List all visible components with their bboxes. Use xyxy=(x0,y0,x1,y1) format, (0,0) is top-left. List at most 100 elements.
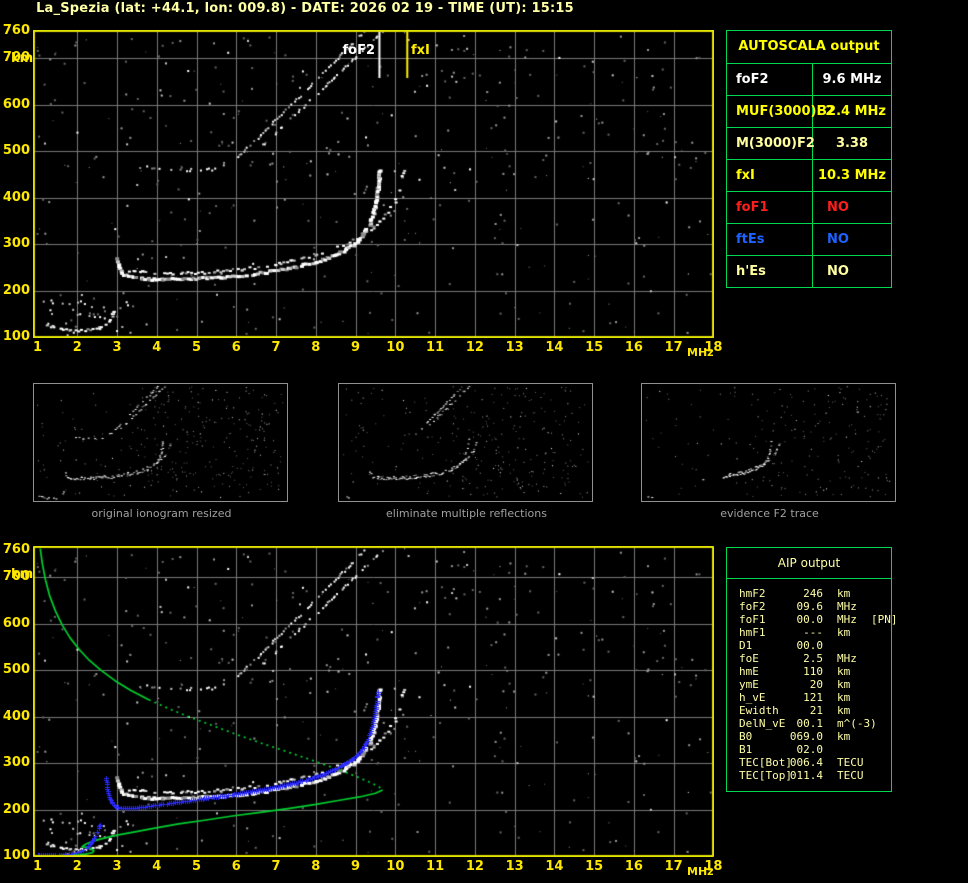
aip-label: B1 xyxy=(739,743,753,756)
aip-extra xyxy=(865,600,891,613)
x-tick-label: 7 xyxy=(271,859,281,874)
y-tick-label: 400 xyxy=(2,189,30,205)
aip-row: D1 00.0 xyxy=(727,639,891,652)
aip-row: h_vE 121 km xyxy=(727,691,891,704)
x-tick-label: 10 xyxy=(386,859,405,874)
aip-unit: km xyxy=(837,587,851,600)
aip-extra xyxy=(865,639,891,652)
aip-output-table: AIP output hmF2 246 km foF2 09.6 MHz foF1 00.0 M… xyxy=(726,547,898,792)
aip-extra xyxy=(865,691,891,704)
aip-value: 00.0 xyxy=(796,613,824,626)
y-tick-label: 760 xyxy=(2,541,30,557)
aip-value: 02.0 xyxy=(796,743,824,756)
aip-label: D1 xyxy=(739,639,753,652)
thumbnail-original-ionogram xyxy=(33,383,288,502)
autoscala-table-rows: foF2 9.6 MHz MUF(3000)F2 32.4 MHz M(3000)F2 3… xyxy=(727,64,891,287)
aip-label: DelN_vE xyxy=(739,717,786,730)
x-tick-label: 2 xyxy=(72,859,82,874)
x-tick-label: 16 xyxy=(624,859,643,874)
x-tick-label: 16 xyxy=(624,340,643,355)
x-tick-label: 9 xyxy=(351,859,361,874)
thumbnail-evidence-f2-trace xyxy=(641,383,896,502)
parameter-value: 3.38 xyxy=(835,136,869,151)
aip-extra xyxy=(865,626,891,639)
aip-row: foF1 00.0 MHz [PN] xyxy=(727,613,898,626)
aip-row: foF2 09.6 MHz xyxy=(727,600,891,613)
aip-value: 2.5 xyxy=(803,652,823,665)
aip-label: foF2 xyxy=(739,600,766,613)
y-tick-label: 100 xyxy=(2,848,30,864)
aip-extra xyxy=(865,717,891,730)
aip-unit: km xyxy=(837,678,851,691)
x-tick-label: 11 xyxy=(426,859,445,874)
x-tick-label: 15 xyxy=(585,859,604,874)
aip-unit: km xyxy=(837,691,851,704)
aip-label: hmF1 xyxy=(739,626,766,639)
x-tick-label: 2 xyxy=(72,340,82,355)
autoscala-row: ftEs NO xyxy=(727,224,891,256)
parameter-value: 10.3 MHz xyxy=(818,168,886,183)
aip-unit: km xyxy=(837,730,851,743)
aip-unit: km xyxy=(837,665,851,678)
aip-extra xyxy=(865,652,891,665)
parameter-label: ftEs xyxy=(727,224,813,255)
aip-label: TEC[Bot] xyxy=(739,756,792,769)
parameter-value: NO xyxy=(827,264,849,279)
y-tick-label: 300 xyxy=(2,755,30,771)
aip-value: 069.0 xyxy=(789,730,823,743)
aip-value: 246 xyxy=(803,587,823,600)
aip-label: foE xyxy=(739,652,759,665)
y-tick-label: 500 xyxy=(2,143,30,159)
aip-unit: TECU xyxy=(837,756,864,769)
autoscala-output-table: AUTOSCALA output foF2 9.6 MHz MUF(3000)F2 3… xyxy=(726,30,892,288)
aip-unit: MHz xyxy=(837,600,857,613)
parameter-label: h'Es xyxy=(727,256,813,287)
parameter-label: MUF(3000)F2 xyxy=(727,96,834,127)
aip-label: TEC[Top] xyxy=(739,769,792,782)
y-tick-label: 700 xyxy=(2,50,30,66)
aip-row: DelN_vE 00.1 m^(-3) xyxy=(727,717,891,730)
page-title: La_Spezia (lat: +44.1, lon: 009.8) - DAT… xyxy=(36,1,574,16)
x-tick-label: 5 xyxy=(192,859,202,874)
aip-row: ymE 20 km xyxy=(727,678,891,691)
autoscala-app-window: { "title": "La_Spezia (lat: +44.1, lon: … xyxy=(0,0,968,883)
aip-label: B0 xyxy=(739,730,753,743)
y-tick-label: 500 xyxy=(2,662,30,678)
aip-unit: TECU xyxy=(837,769,864,782)
aip-extra xyxy=(865,769,891,782)
x-tick-label: 14 xyxy=(545,859,564,874)
x-tick-label: 13 xyxy=(505,340,524,355)
aip-unit: MHz xyxy=(837,652,857,665)
x-tick-label: 17 xyxy=(664,859,683,874)
aip-value: 011.4 xyxy=(789,769,823,782)
aip-label: hmE xyxy=(739,665,759,678)
aip-row: Ewidth 21 km xyxy=(727,704,891,717)
parameter-value: 9.6 MHz xyxy=(822,72,882,87)
top-ionogram-canvas xyxy=(33,30,714,338)
x-tick-label: 15 xyxy=(585,340,604,355)
x-tick-label: 6 xyxy=(231,340,241,355)
thumbnail-caption: eliminate multiple reflections xyxy=(386,507,547,520)
aip-value: 21 xyxy=(809,704,823,717)
aip-extra xyxy=(865,756,891,769)
x-tick-label: 12 xyxy=(465,859,484,874)
x-tick-label: 8 xyxy=(311,859,321,874)
y-tick-label: 300 xyxy=(2,236,30,252)
aip-value: 006.4 xyxy=(789,756,823,769)
autoscala-row: h'Es NO xyxy=(727,256,891,287)
x-tick-label: 4 xyxy=(152,340,162,355)
aip-row: B0 069.0 km xyxy=(727,730,891,743)
aip-unit xyxy=(823,639,865,652)
parameter-value: 32.4 MHz xyxy=(818,104,886,119)
x-tick-label: 9 xyxy=(351,340,361,355)
aip-label: Ewidth xyxy=(739,704,779,717)
aip-row: hmF2 246 km xyxy=(727,587,891,600)
aip-value: 00.0 xyxy=(796,639,824,652)
aip-value: 09.6 xyxy=(796,600,824,613)
aip-row: hmF1 --- km xyxy=(727,626,891,639)
autoscala-row: fxI 10.3 MHz xyxy=(727,160,891,192)
aip-extra xyxy=(865,730,891,743)
x-tick-label: 12 xyxy=(465,340,484,355)
autoscala-row: M(3000)F2 3.38 xyxy=(727,128,891,160)
aip-label: foF1 xyxy=(739,613,766,626)
